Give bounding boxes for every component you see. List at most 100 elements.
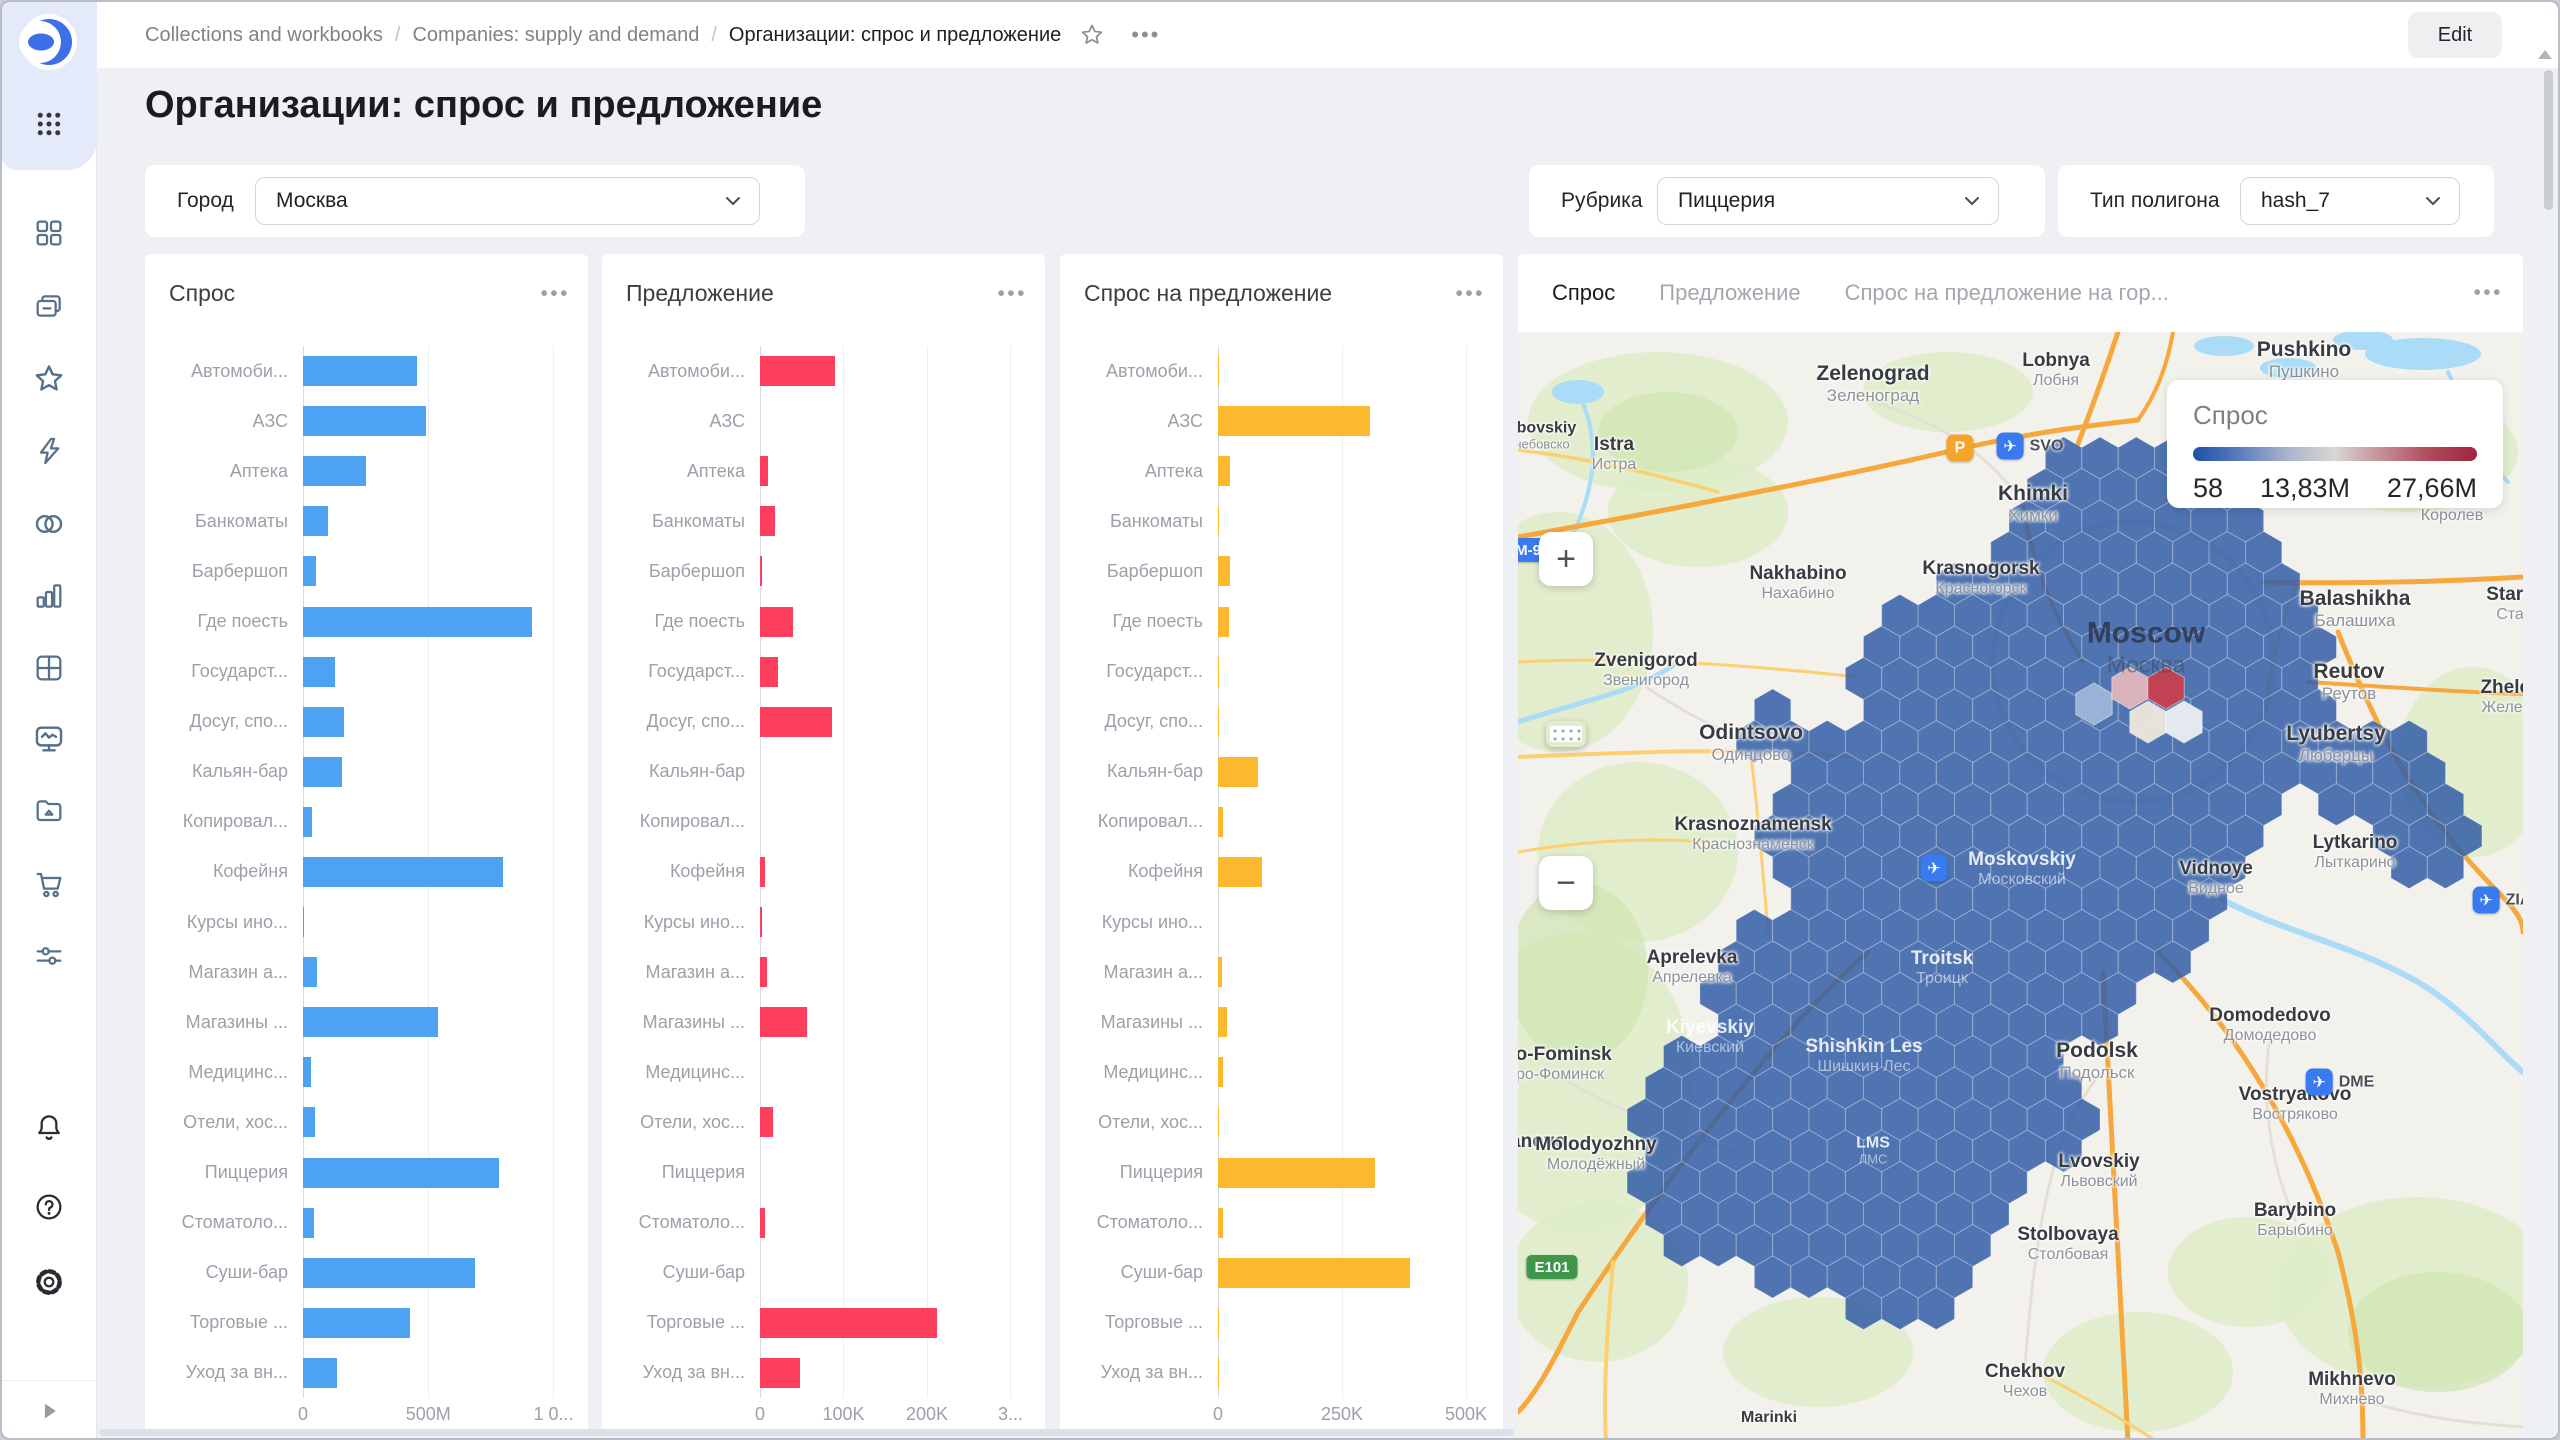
bell-icon[interactable] (33, 1111, 65, 1143)
map-tab-1[interactable]: Предложение (1659, 280, 1800, 306)
bar[interactable] (303, 706, 344, 737)
bar[interactable] (760, 556, 762, 587)
table-icon[interactable] (33, 652, 65, 684)
star-icon[interactable] (32, 362, 66, 396)
bar[interactable] (303, 957, 317, 988)
bar[interactable] (303, 1357, 337, 1388)
vertical-scrollbar-thumb[interactable] (2544, 70, 2553, 210)
horizontal-scrollbar[interactable] (99, 1429, 1514, 1436)
bar[interactable] (760, 1357, 801, 1388)
bar[interactable] (1218, 506, 1220, 537)
bar[interactable] (1218, 356, 1220, 387)
bar[interactable] (760, 856, 765, 887)
grid-squares-icon[interactable] (33, 217, 65, 249)
map-tab-0[interactable]: Спрос (1552, 280, 1615, 306)
category-label: Аптека (229, 460, 288, 481)
bar[interactable] (760, 1307, 938, 1338)
charts-icon[interactable] (33, 580, 65, 612)
bar[interactable] (303, 1057, 311, 1088)
bar[interactable] (1218, 1057, 1224, 1088)
bar-row: Кофейня (1060, 847, 1503, 897)
bar[interactable] (1218, 406, 1370, 437)
breadcrumb-menu-icon[interactable]: ••• (1131, 22, 1160, 48)
bar[interactable] (303, 356, 417, 387)
bar[interactable] (1218, 856, 1262, 887)
bar[interactable] (303, 1257, 475, 1288)
bar[interactable] (303, 907, 305, 938)
bar[interactable] (760, 456, 768, 487)
breadcrumb-item[interactable]: Collections and workbooks (145, 24, 383, 47)
bar[interactable] (303, 856, 504, 887)
lightning-icon[interactable] (33, 435, 65, 467)
bar[interactable] (303, 756, 343, 787)
bar[interactable] (1218, 957, 1223, 988)
vertical-scrollbar-up-arrow[interactable] (2538, 50, 2552, 59)
bar[interactable] (1218, 1257, 1410, 1288)
bar[interactable] (303, 1157, 499, 1188)
map-tab-2[interactable]: Спрос на предложение на гор... (1845, 280, 2169, 306)
question-icon[interactable] (33, 1191, 65, 1223)
breadcrumb-item[interactable]: Организации: спрос и предложение (729, 24, 1061, 47)
bar[interactable] (1218, 756, 1259, 787)
bar[interactable] (303, 806, 313, 837)
chart-menu-icon[interactable]: ••• (1455, 283, 1485, 304)
map-zoom-in-button[interactable]: + (1539, 532, 1593, 586)
map-zoom-slider-handle[interactable] (1545, 720, 1587, 748)
edit-button[interactable]: Edit (2408, 12, 2502, 58)
chart-menu-icon[interactable]: ••• (997, 283, 1027, 304)
bar[interactable] (1218, 1357, 1220, 1388)
storage-icon[interactable] (33, 794, 65, 826)
map-menu-icon[interactable]: ••• (2473, 282, 2503, 303)
bar[interactable] (1218, 1207, 1224, 1238)
bar[interactable] (303, 1007, 439, 1038)
bar[interactable] (1218, 606, 1229, 637)
bar[interactable] (303, 1207, 314, 1238)
bar[interactable] (303, 606, 533, 637)
bar[interactable] (303, 506, 328, 537)
collections-icon[interactable] (33, 291, 65, 323)
cart-icon[interactable] (33, 868, 65, 900)
bar[interactable] (760, 506, 776, 537)
bar[interactable] (760, 1207, 765, 1238)
map-zoom-out-button[interactable]: − (1539, 856, 1593, 910)
breadcrumb-item[interactable]: Companies: supply and demand (412, 24, 699, 47)
monitor-icon[interactable] (32, 722, 66, 756)
chart-menu-icon[interactable]: ••• (540, 283, 570, 304)
datasets-icon[interactable] (32, 507, 66, 541)
bar[interactable] (760, 706, 832, 737)
bar[interactable] (760, 606, 793, 637)
bar[interactable] (303, 556, 316, 587)
bar[interactable] (1218, 1307, 1220, 1338)
bar[interactable] (1218, 1007, 1228, 1038)
bar[interactable] (760, 1007, 807, 1038)
bar[interactable] (760, 1107, 774, 1138)
bar[interactable] (303, 1107, 315, 1138)
datalens-logo[interactable] (19, 12, 79, 72)
bar[interactable] (1218, 456, 1230, 487)
bar[interactable] (760, 356, 836, 387)
bar[interactable] (1218, 656, 1220, 687)
bar[interactable] (1218, 706, 1220, 737)
filter-polygon-type-select[interactable]: hash_7 (2240, 177, 2460, 225)
category-label: Кальян-бар (192, 761, 288, 782)
bar[interactable] (303, 1307, 411, 1338)
gear-icon[interactable] (33, 1266, 65, 1298)
bar[interactable] (303, 456, 367, 487)
bar[interactable] (1218, 1107, 1220, 1138)
bar[interactable] (1218, 806, 1223, 837)
filter-city-select[interactable]: Москва (255, 177, 760, 225)
category-label: Банкоматы (651, 510, 745, 531)
bar[interactable] (1218, 1157, 1376, 1188)
bar[interactable] (1218, 556, 1230, 587)
map[interactable]: Zelenograd Зеленоград Lobnya Лобня Pushkino П… (1518, 332, 2523, 1438)
bar[interactable] (303, 656, 336, 687)
filter-rubric-select[interactable]: Пиццерия (1657, 177, 1999, 225)
bar[interactable] (760, 907, 762, 938)
bar[interactable] (760, 957, 767, 988)
bar[interactable] (760, 656, 778, 687)
bar[interactable] (303, 406, 426, 437)
favorite-star-icon[interactable] (1079, 22, 1105, 48)
expand-panel-play-icon[interactable] (2, 1400, 97, 1422)
sliders-icon[interactable] (33, 940, 65, 972)
apps-grid-icon[interactable] (34, 109, 64, 139)
